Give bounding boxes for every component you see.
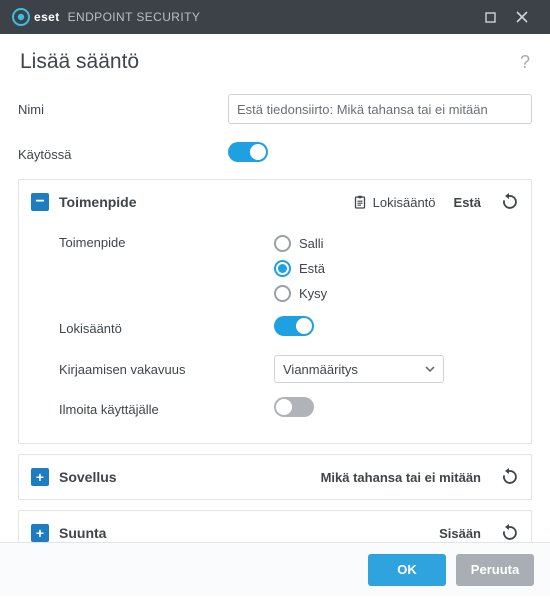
close-icon: [516, 11, 528, 23]
notify-toggle[interactable]: [274, 397, 314, 417]
collapse-icon: [31, 193, 49, 211]
severity-value: Vianmääritys: [283, 362, 358, 377]
window-close-button[interactable]: [506, 1, 538, 33]
clipboard-icon: [353, 195, 367, 209]
name-input[interactable]: [228, 94, 532, 124]
sub-action-label: Toimenpide: [59, 235, 274, 250]
section-app-title: Sovellus: [59, 469, 117, 485]
square-icon: [485, 12, 496, 23]
section-action-undo[interactable]: [499, 192, 519, 212]
section-app: Sovellus Mikä tahansa tai ei mitään: [18, 454, 532, 500]
section-dir-title: Suunta: [59, 525, 106, 541]
section-action: Toimenpide Lokisääntö Estä Toimenpide: [18, 179, 532, 444]
section-direction-header[interactable]: Suunta Sisään: [19, 511, 531, 542]
enabled-toggle[interactable]: [228, 142, 268, 162]
section-app-summary: Mikä tahansa tai ei mitään: [321, 470, 481, 485]
section-app-undo[interactable]: [499, 467, 519, 487]
section-dir-summary: Sisään: [439, 526, 481, 541]
chevron-down-icon: [425, 364, 435, 374]
section-action-summary: Estä: [454, 195, 481, 210]
logrule-toggle[interactable]: [274, 316, 314, 336]
eset-logo-icon: [12, 8, 30, 26]
radio-ask[interactable]: Kysy: [274, 285, 519, 302]
cancel-button[interactable]: Peruuta: [456, 554, 534, 586]
undo-icon: [499, 467, 519, 487]
brand-logo: eset ENDPOINT SECURITY: [12, 8, 200, 26]
radio-allow[interactable]: Salli: [274, 235, 519, 252]
expand-icon: [31, 524, 49, 542]
enabled-label: Käytössä: [18, 147, 228, 162]
radio-deny[interactable]: Estä: [274, 260, 519, 277]
severity-label: Kirjaamisen vakavuus: [59, 362, 274, 377]
undo-icon: [499, 523, 519, 542]
section-action-pill: Lokisääntö: [353, 195, 436, 210]
product-text: ENDPOINT SECURITY: [68, 10, 201, 24]
section-app-header[interactable]: Sovellus Mikä tahansa tai ei mitään: [19, 455, 531, 499]
brand-text: eset: [34, 10, 60, 24]
sections-scroll[interactable]: Toimenpide Lokisääntö Estä Toimenpide: [18, 179, 536, 542]
name-label: Nimi: [18, 102, 228, 117]
logrule-label: Lokisääntö: [59, 321, 274, 336]
undo-icon: [499, 192, 519, 212]
expand-icon: [31, 468, 49, 486]
section-action-header[interactable]: Toimenpide Lokisääntö Estä: [19, 180, 531, 224]
help-button[interactable]: ?: [520, 52, 530, 73]
notify-label: Ilmoita käyttäjälle: [59, 402, 274, 417]
page-title: Lisää sääntö: [20, 50, 139, 74]
footer: OK Peruuta: [0, 542, 550, 596]
section-action-pill-label: Lokisääntö: [373, 195, 436, 210]
section-dir-undo[interactable]: [499, 523, 519, 542]
window-maximize-button[interactable]: [474, 1, 506, 33]
ok-button[interactable]: OK: [368, 554, 446, 586]
section-action-title: Toimenpide: [59, 194, 137, 210]
titlebar: eset ENDPOINT SECURITY: [0, 0, 550, 34]
section-direction: Suunta Sisään: [18, 510, 532, 542]
severity-select[interactable]: Vianmääritys: [274, 355, 444, 383]
